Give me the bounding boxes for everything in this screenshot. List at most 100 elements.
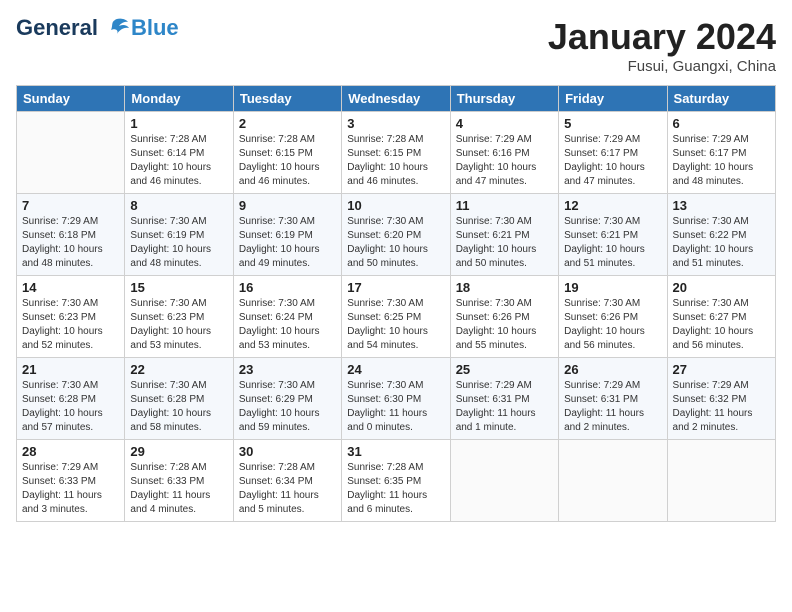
- calendar-cell: 3Sunrise: 7:28 AM Sunset: 6:15 PM Daylig…: [342, 112, 450, 194]
- day-number: 24: [347, 362, 444, 377]
- calendar-cell: 28Sunrise: 7:29 AM Sunset: 6:33 PM Dayli…: [17, 440, 125, 522]
- logo: General Blue: [16, 16, 179, 40]
- month-year-title: January 2024: [548, 16, 776, 58]
- calendar-cell: 9 Sunrise: 7:30 AM Sunset: 6:19 PM Daylig…: [233, 194, 341, 276]
- calendar-cell: 18 Sunrise: 7:30 AM Sunset: 6:26 PM Dayli…: [450, 276, 558, 358]
- calendar-cell: 19 Sunrise: 7:30 AM Sunset: 6:26 PM Dayli…: [559, 276, 667, 358]
- day-number: 19: [564, 280, 661, 295]
- day-info: Sunrise: 7:28 AM Sunset: 6:34 PM Dayligh…: [239, 461, 336, 517]
- day-number: 8: [130, 198, 227, 213]
- day-number: 12: [564, 198, 661, 213]
- day-number: 7: [22, 198, 119, 213]
- calendar-week-4: 21Sunrise: 7:30 AM Sunset: 6:28 PM Dayli…: [17, 358, 776, 440]
- calendar-cell: [17, 112, 125, 194]
- day-number: 26: [564, 362, 661, 377]
- calendar-cell: 31Sunrise: 7:28 AM Sunset: 6:35 PM Dayli…: [342, 440, 450, 522]
- day-info: Sunrise: 7:30 AM Sunset: 6:20 PM Dayligh…: [347, 215, 444, 271]
- calendar-week-5: 28Sunrise: 7:29 AM Sunset: 6:33 PM Dayli…: [17, 440, 776, 522]
- calendar-cell: 8 Sunrise: 7:30 AM Sunset: 6:19 PM Daylig…: [125, 194, 233, 276]
- day-info: Sunrise: 7:30 AM Sunset: 6:23 PM Dayligh…: [22, 297, 119, 353]
- day-info: Sunrise: 7:30 AM Sunset: 6:19 PM Dayligh…: [239, 215, 336, 271]
- calendar-cell: 10 Sunrise: 7:30 AM Sunset: 6:20 PM Dayli…: [342, 194, 450, 276]
- day-number: 17: [347, 280, 444, 295]
- day-number: 15: [130, 280, 227, 295]
- calendar-cell: 21Sunrise: 7:30 AM Sunset: 6:28 PM Dayli…: [17, 358, 125, 440]
- calendar-cell: 5Sunrise: 7:29 AM Sunset: 6:17 PM Daylig…: [559, 112, 667, 194]
- weekday-tuesday: Tuesday: [233, 86, 341, 112]
- day-info: Sunrise: 7:29 AM Sunset: 6:18 PM Dayligh…: [22, 215, 119, 271]
- calendar-cell: 1Sunrise: 7:28 AM Sunset: 6:14 PM Daylig…: [125, 112, 233, 194]
- day-info: Sunrise: 7:30 AM Sunset: 6:26 PM Dayligh…: [456, 297, 553, 353]
- day-number: 20: [673, 280, 770, 295]
- page-header: General Blue January 2024 Fusui, Guangxi…: [16, 16, 776, 75]
- day-info: Sunrise: 7:30 AM Sunset: 6:25 PM Dayligh…: [347, 297, 444, 353]
- day-info: Sunrise: 7:29 AM Sunset: 6:33 PM Dayligh…: [22, 461, 119, 517]
- calendar-cell: 27Sunrise: 7:29 AM Sunset: 6:32 PM Dayli…: [667, 358, 775, 440]
- weekday-monday: Monday: [125, 86, 233, 112]
- calendar-cell: 22 Sunrise: 7:30 AM Sunset: 6:28 PM Dayli…: [125, 358, 233, 440]
- day-number: 16: [239, 280, 336, 295]
- day-number: 14: [22, 280, 119, 295]
- calendar-cell: 12 Sunrise: 7:30 AM Sunset: 6:21 PM Dayli…: [559, 194, 667, 276]
- day-info: Sunrise: 7:30 AM Sunset: 6:29 PM Dayligh…: [239, 379, 336, 435]
- weekday-wednesday: Wednesday: [342, 86, 450, 112]
- calendar-cell: [559, 440, 667, 522]
- day-number: 29: [130, 444, 227, 459]
- day-info: Sunrise: 7:30 AM Sunset: 6:30 PM Dayligh…: [347, 379, 444, 435]
- calendar-body: 1Sunrise: 7:28 AM Sunset: 6:14 PM Daylig…: [17, 112, 776, 522]
- calendar-cell: 29 Sunrise: 7:28 AM Sunset: 6:33 PM Dayli…: [125, 440, 233, 522]
- day-info: Sunrise: 7:30 AM Sunset: 6:24 PM Dayligh…: [239, 297, 336, 353]
- day-info: Sunrise: 7:30 AM Sunset: 6:21 PM Dayligh…: [564, 215, 661, 271]
- calendar-cell: 23 Sunrise: 7:30 AM Sunset: 6:29 PM Dayli…: [233, 358, 341, 440]
- weekday-thursday: Thursday: [450, 86, 558, 112]
- calendar-cell: 4Sunrise: 7:29 AM Sunset: 6:16 PM Daylig…: [450, 112, 558, 194]
- calendar-cell: [450, 440, 558, 522]
- day-number: 23: [239, 362, 336, 377]
- day-info: Sunrise: 7:30 AM Sunset: 6:23 PM Dayligh…: [130, 297, 227, 353]
- day-number: 18: [456, 280, 553, 295]
- day-info: Sunrise: 7:29 AM Sunset: 6:17 PM Dayligh…: [564, 133, 661, 189]
- day-info: Sunrise: 7:28 AM Sunset: 6:15 PM Dayligh…: [347, 133, 444, 189]
- day-number: 13: [673, 198, 770, 213]
- day-number: 11: [456, 198, 553, 213]
- day-info: Sunrise: 7:30 AM Sunset: 6:28 PM Dayligh…: [130, 379, 227, 435]
- day-number: 22: [130, 362, 227, 377]
- day-info: Sunrise: 7:30 AM Sunset: 6:19 PM Dayligh…: [130, 215, 227, 271]
- day-info: Sunrise: 7:29 AM Sunset: 6:17 PM Dayligh…: [673, 133, 770, 189]
- location-subtitle: Fusui, Guangxi, China: [548, 58, 776, 75]
- day-info: Sunrise: 7:28 AM Sunset: 6:14 PM Dayligh…: [130, 133, 227, 189]
- day-number: 25: [456, 362, 553, 377]
- weekday-friday: Friday: [559, 86, 667, 112]
- day-number: 30: [239, 444, 336, 459]
- day-number: 10: [347, 198, 444, 213]
- calendar-week-1: 1Sunrise: 7:28 AM Sunset: 6:14 PM Daylig…: [17, 112, 776, 194]
- title-block: January 2024 Fusui, Guangxi, China: [548, 16, 776, 75]
- weekday-header-row: SundayMondayTuesdayWednesdayThursdayFrid…: [17, 86, 776, 112]
- day-info: Sunrise: 7:30 AM Sunset: 6:26 PM Dayligh…: [564, 297, 661, 353]
- day-number: 6: [673, 116, 770, 131]
- day-info: Sunrise: 7:29 AM Sunset: 6:31 PM Dayligh…: [564, 379, 661, 435]
- calendar-cell: 26 Sunrise: 7:29 AM Sunset: 6:31 PM Dayli…: [559, 358, 667, 440]
- calendar-week-2: 7 Sunrise: 7:29 AM Sunset: 6:18 PM Daylig…: [17, 194, 776, 276]
- day-info: Sunrise: 7:30 AM Sunset: 6:27 PM Dayligh…: [673, 297, 770, 353]
- day-info: Sunrise: 7:29 AM Sunset: 6:32 PM Dayligh…: [673, 379, 770, 435]
- day-info: Sunrise: 7:30 AM Sunset: 6:28 PM Dayligh…: [22, 379, 119, 435]
- calendar-week-3: 14 Sunrise: 7:30 AM Sunset: 6:23 PM Dayli…: [17, 276, 776, 358]
- calendar-cell: 25Sunrise: 7:29 AM Sunset: 6:31 PM Dayli…: [450, 358, 558, 440]
- calendar-cell: 15 Sunrise: 7:30 AM Sunset: 6:23 PM Dayli…: [125, 276, 233, 358]
- day-info: Sunrise: 7:28 AM Sunset: 6:33 PM Dayligh…: [130, 461, 227, 517]
- calendar-cell: 2 Sunrise: 7:28 AM Sunset: 6:15 PM Daylig…: [233, 112, 341, 194]
- calendar-cell: 6 Sunrise: 7:29 AM Sunset: 6:17 PM Daylig…: [667, 112, 775, 194]
- calendar-cell: 7 Sunrise: 7:29 AM Sunset: 6:18 PM Daylig…: [17, 194, 125, 276]
- weekday-sunday: Sunday: [17, 86, 125, 112]
- day-info: Sunrise: 7:30 AM Sunset: 6:21 PM Dayligh…: [456, 215, 553, 271]
- logo-bird-icon: [101, 18, 129, 40]
- calendar-cell: 20 Sunrise: 7:30 AM Sunset: 6:27 PM Dayli…: [667, 276, 775, 358]
- day-number: 31: [347, 444, 444, 459]
- day-number: 9: [239, 198, 336, 213]
- day-number: 4: [456, 116, 553, 131]
- day-info: Sunrise: 7:28 AM Sunset: 6:15 PM Dayligh…: [239, 133, 336, 189]
- day-number: 2: [239, 116, 336, 131]
- calendar-cell: 30 Sunrise: 7:28 AM Sunset: 6:34 PM Dayli…: [233, 440, 341, 522]
- logo-blue-text: Blue: [131, 16, 179, 40]
